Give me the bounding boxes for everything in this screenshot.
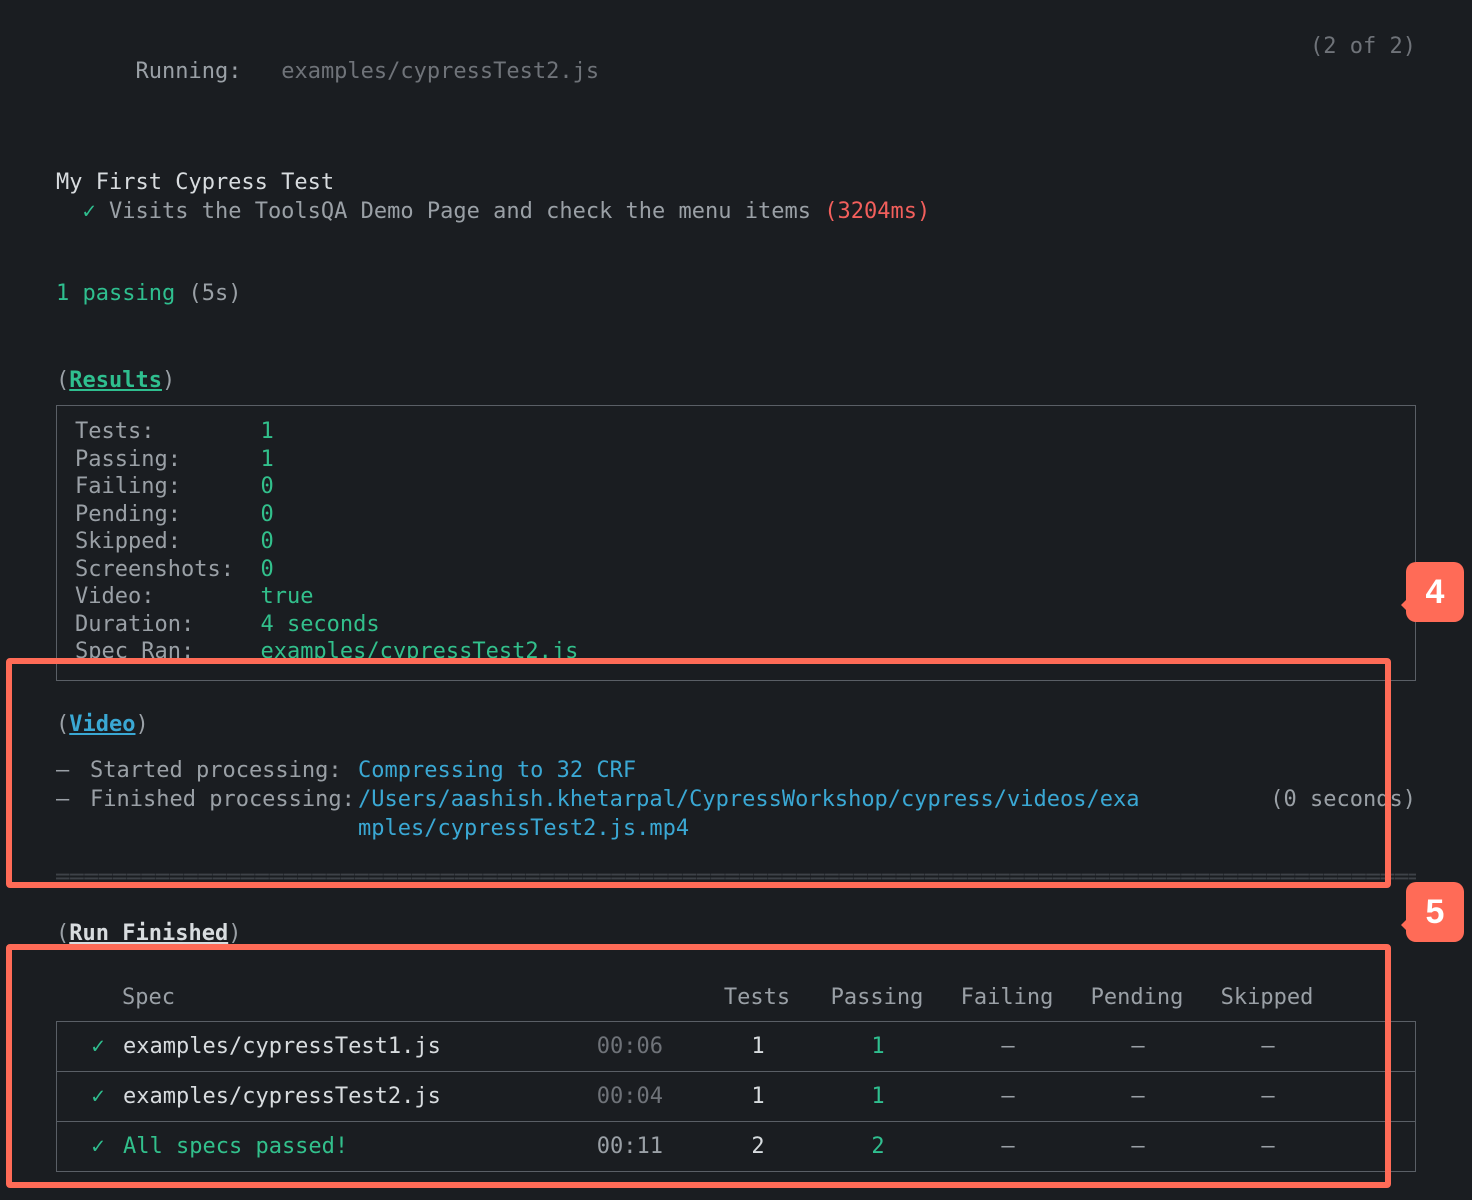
running-counter: (2 of 2) (1310, 34, 1416, 109)
results-box: Tests: 1 Passing: 1 Failing: 0 Pending: … (56, 405, 1416, 681)
check-icon: ✓ (83, 199, 96, 224)
passing-summary: 1 passing (5s) (56, 280, 1416, 309)
annotation-box-4 (6, 658, 1391, 888)
test-title: Visits the ToolsQA Demo Page and check t… (109, 199, 811, 224)
test-duration: (3204ms) (824, 199, 930, 224)
running-header: Running: examples/cypressTest2.js (2 of … (56, 34, 1416, 109)
running-label: Running: (135, 59, 241, 84)
suite-title: My First Cypress Test (56, 169, 1416, 198)
running-spec: examples/cypressTest2.js (281, 59, 599, 84)
test-line: ✓ Visits the ToolsQA Demo Page and check… (56, 198, 1416, 227)
annotation-label-5: 5 (1406, 882, 1464, 942)
annotation-box-5 (6, 944, 1391, 1188)
annotation-label-4: 4 (1406, 562, 1464, 622)
results-heading: (Results) (56, 367, 1416, 396)
